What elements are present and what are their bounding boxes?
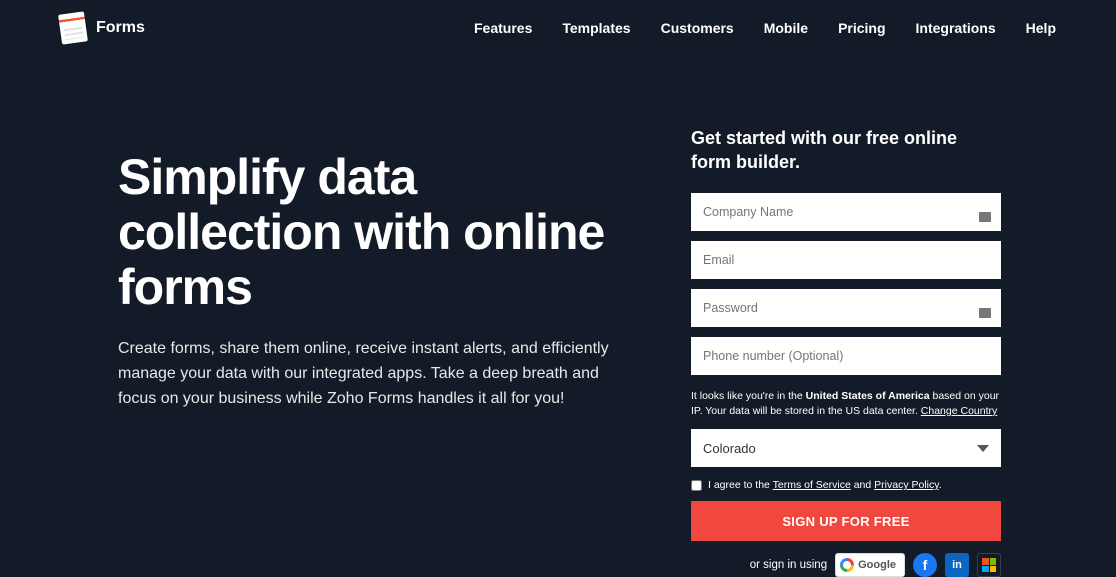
microsoft-signin-button[interactable] [977, 553, 1001, 577]
nav-integrations[interactable]: Integrations [916, 20, 996, 36]
privacy-link[interactable]: Privacy Policy [874, 479, 939, 491]
autofill-icon [979, 212, 991, 222]
microsoft-icon [982, 558, 996, 572]
company-name-input[interactable] [691, 193, 1001, 231]
social-prefix: or sign in using [750, 559, 827, 571]
datacenter-notice: It looks like you're in the United State… [691, 389, 1001, 419]
google-icon [840, 558, 854, 572]
phone-input[interactable] [691, 337, 1001, 375]
nav-mobile[interactable]: Mobile [764, 20, 808, 36]
signup-button[interactable]: SIGN UP FOR FREE [691, 501, 1001, 541]
google-signin-button[interactable]: Google [835, 553, 905, 577]
primary-nav: Features Templates Customers Mobile Pric… [474, 20, 1056, 36]
password-input[interactable] [691, 289, 1001, 327]
agree-row: I agree to the Terms of Service and Priv… [691, 479, 1001, 491]
hero-subtitle: Create forms, share them online, receive… [118, 337, 638, 411]
signup-form: Get started with our free online form bu… [691, 126, 1001, 577]
nav-pricing[interactable]: Pricing [838, 20, 885, 36]
nav-templates[interactable]: Templates [562, 20, 630, 36]
social-signin-row: or sign in using Google f in [691, 553, 1001, 577]
forms-logo-icon [58, 11, 88, 44]
facebook-signin-button[interactable]: f [913, 553, 937, 577]
header: Forms Features Templates Customers Mobil… [0, 0, 1116, 56]
chevron-down-icon [977, 445, 989, 452]
nav-features[interactable]: Features [474, 20, 532, 36]
email-input[interactable] [691, 241, 1001, 279]
agree-checkbox[interactable] [691, 480, 702, 491]
linkedin-signin-button[interactable]: in [945, 553, 969, 577]
state-selected-value: Colorado [703, 441, 756, 456]
brand-name: Forms [96, 19, 145, 37]
nav-customers[interactable]: Customers [661, 20, 734, 36]
hero-section: Simplify data collection with online for… [118, 126, 638, 577]
main-content: Simplify data collection with online for… [0, 56, 1116, 577]
hero-title: Simplify data collection with online for… [118, 150, 638, 315]
tos-link[interactable]: Terms of Service [773, 479, 851, 491]
brand-logo[interactable]: Forms [60, 13, 145, 43]
autofill-icon [979, 308, 991, 318]
state-select[interactable]: Colorado [691, 429, 1001, 467]
nav-help[interactable]: Help [1026, 20, 1056, 36]
form-heading: Get started with our free online form bu… [691, 126, 1001, 175]
change-country-link[interactable]: Change Country [921, 405, 997, 417]
